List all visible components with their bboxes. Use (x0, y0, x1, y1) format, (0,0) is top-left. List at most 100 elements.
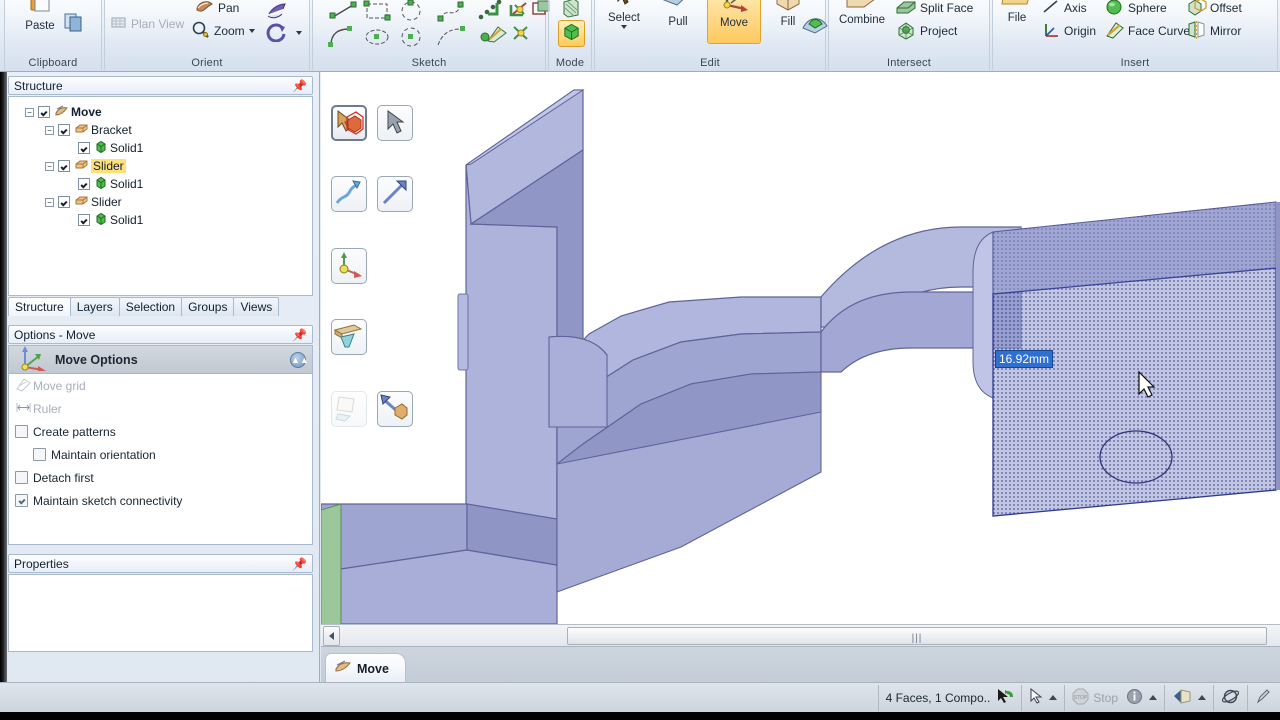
cursor-mode-status[interactable] (1021, 684, 1064, 711)
origin-button[interactable]: Origin (1041, 21, 1096, 41)
dimension-value: 16.92mm (999, 352, 1050, 366)
tree-row-slider-2[interactable]: − Slider (45, 193, 312, 211)
detach-first-row[interactable]: Detach first (9, 466, 312, 489)
3d-mode-button[interactable] (558, 20, 585, 47)
move-button[interactable]: Move (707, 0, 761, 44)
move-options-header[interactable]: Move Options ▲▲ (9, 346, 312, 374)
visibility-checkbox[interactable] (58, 124, 70, 136)
structure-tree[interactable]: − Move − Bracket Solid1 − Slider Solid1 … (8, 96, 313, 296)
project-to-sketch-button[interactable] (486, 23, 508, 48)
create-patterns-row[interactable]: Create patterns (9, 420, 312, 443)
maintain-orientation-row[interactable]: Maintain orientation (27, 443, 312, 466)
move-direction-button[interactable] (331, 176, 367, 212)
trim-away-button[interactable] (485, 0, 507, 23)
zoom-dropdown-caret[interactable] (248, 29, 255, 33)
selection-arrow-icon[interactable] (996, 688, 1014, 707)
visibility-checkbox[interactable] (58, 160, 70, 172)
tab-layers[interactable]: Layers (69, 297, 120, 316)
tab-structure[interactable]: Structure (8, 297, 71, 316)
properties-panel-body[interactable] (8, 574, 313, 652)
tree-row-solid[interactable]: Solid1 (65, 175, 312, 193)
split-curve-button[interactable] (511, 23, 531, 46)
maintain-orientation-checkbox[interactable] (33, 448, 46, 461)
select-object-button[interactable] (331, 105, 367, 141)
pen-status[interactable] (1247, 684, 1280, 711)
curved-arrow-icon (335, 180, 361, 204)
visibility-checkbox[interactable] (38, 106, 50, 118)
zoom-button[interactable]: Zoom (191, 21, 255, 41)
maintain-sketch-connectivity-checkbox[interactable] (15, 494, 28, 507)
maintain-sketch-connectivity-row[interactable]: Maintain sketch connectivity (9, 489, 312, 512)
visibility-checkbox[interactable] (78, 214, 90, 226)
select-cursor-button[interactable] (377, 105, 413, 141)
axis-button[interactable]: Axis (1041, 0, 1087, 18)
tab-views[interactable]: Views (233, 297, 280, 316)
paste-icon (25, 0, 55, 19)
pin-icon[interactable]: 📌 (292, 79, 307, 93)
pan-button[interactable]: Pan (193, 0, 239, 18)
3d-viewport[interactable]: 16.92mm (321, 72, 1280, 624)
render-mode-status[interactable] (1164, 684, 1213, 711)
tree-row-move[interactable]: − Move (25, 103, 312, 121)
cursor-mode-caret[interactable] (1049, 695, 1058, 700)
selection-status[interactable]: 4 Faces, 1 Compo.. (877, 684, 1022, 711)
orient-to-plane-button[interactable] (331, 319, 367, 355)
visibility-checkbox[interactable] (58, 196, 70, 208)
tool-tab-move[interactable]: Move (325, 653, 406, 683)
stop-status[interactable]: STOP Stop (1064, 684, 1164, 711)
expander-icon[interactable]: − (45, 197, 54, 207)
face-curve-button[interactable]: Face Curve (1105, 21, 1190, 41)
sketch-mode-button[interactable] (560, 0, 582, 21)
expander-icon[interactable]: − (25, 107, 34, 117)
blend-button[interactable] (801, 10, 829, 39)
pull-button[interactable]: Pull (651, 0, 705, 28)
tree-row-solid[interactable]: Solid1 (65, 211, 312, 229)
select-dropdown-caret[interactable] (621, 25, 627, 29)
tree-label: Slider (91, 195, 122, 209)
tree-row-solid[interactable]: Solid1 (65, 139, 312, 157)
paste-button[interactable]: Paste (13, 0, 67, 32)
sketch-copy-button[interactable] (331, 391, 367, 427)
visibility-checkbox[interactable] (78, 142, 90, 154)
render-mode-caret[interactable] (1198, 695, 1206, 700)
sphere-button[interactable]: Sphere (1105, 0, 1167, 18)
select-button[interactable]: Select (597, 0, 651, 29)
tree-row-slider-1[interactable]: − Slider (45, 157, 312, 175)
expander-icon[interactable]: − (45, 161, 54, 171)
info-circle-icon[interactable] (1126, 688, 1143, 708)
ruler-row[interactable]: Ruler (9, 397, 312, 420)
detach-first-checkbox[interactable] (15, 471, 28, 484)
scroll-left-button[interactable] (323, 625, 340, 646)
visibility-checkbox[interactable] (78, 178, 90, 190)
tab-groups[interactable]: Groups (181, 297, 235, 316)
direction-to-body-button[interactable] (377, 391, 413, 427)
move-grid-row[interactable]: Move grid (9, 374, 312, 397)
rotate-view-dropdown-caret[interactable] (296, 31, 302, 35)
plan-view-button[interactable]: Plan View (111, 14, 184, 34)
dimension-input[interactable]: 16.92mm (995, 350, 1054, 368)
expander-icon[interactable]: − (45, 125, 54, 135)
insert-file-button[interactable]: File (993, 0, 1041, 24)
copy-button[interactable] (63, 10, 85, 35)
rotate-view-button[interactable] (266, 22, 288, 45)
create-patterns-checkbox[interactable] (15, 425, 28, 438)
offset-button[interactable]: Offset (1187, 0, 1242, 18)
chevron-up-icon[interactable]: ▲▲ (290, 352, 309, 368)
horizontal-scrollbar[interactable]: ||| (321, 624, 1280, 646)
split-face-button[interactable]: Split Face (895, 0, 973, 18)
tree-row-bracket[interactable]: − Bracket (45, 121, 312, 139)
move-straight-button[interactable] (377, 176, 413, 212)
combine-button[interactable]: Combine (831, 0, 893, 26)
tab-selection[interactable]: Selection (118, 297, 183, 316)
pin-icon[interactable]: 📌 (292, 557, 307, 571)
project-button[interactable]: Project (895, 21, 957, 41)
scrollbar-track[interactable]: ||| (340, 626, 1280, 646)
stop-menu-caret[interactable] (1149, 695, 1157, 700)
mirror-button[interactable]: Mirror (1187, 20, 1241, 41)
pull-icon (661, 0, 695, 15)
orbit-status[interactable] (1213, 684, 1247, 711)
scrollbar-thumb[interactable]: ||| (567, 626, 1267, 645)
pin-icon[interactable]: 📌 (292, 328, 307, 342)
offset-curve-button[interactable] (510, 0, 530, 23)
anchor-axis-button[interactable] (331, 248, 367, 284)
